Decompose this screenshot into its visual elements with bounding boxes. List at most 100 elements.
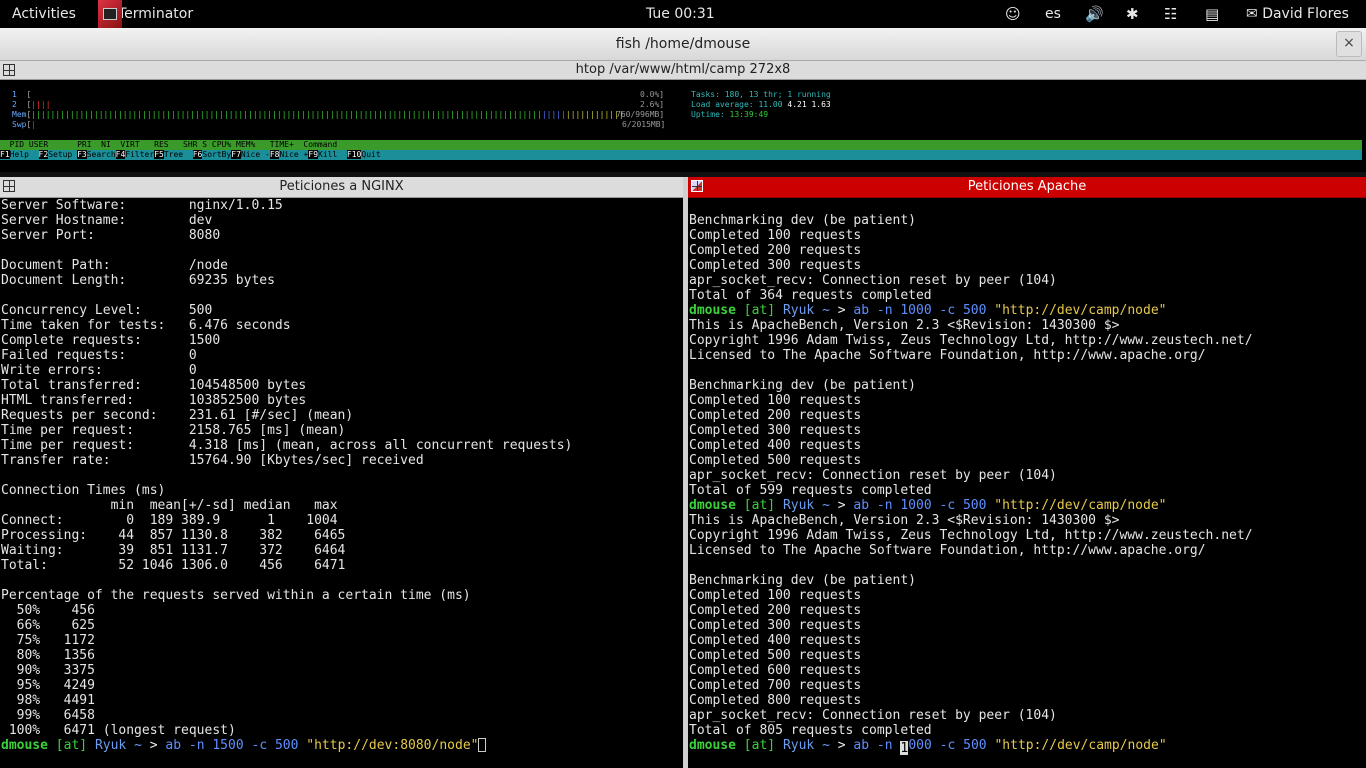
prompt-line: dmouse [at] Ryuk ~ > ab -n 1500 -c 500 "… xyxy=(1,738,683,753)
prompt-at: [at] xyxy=(743,738,776,753)
mem-meter: Mem[||||||||||||||||||||||||||||||||||||… xyxy=(12,110,624,119)
htop-column-header[interactable]: PID USER PRI NI VIRT RES SHR S CPU% MEM%… xyxy=(0,140,1362,150)
load-info: Load average: 11.00 4.21 1.63 xyxy=(691,100,831,109)
vertical-splitter[interactable] xyxy=(683,177,688,768)
output-line: Connection Times (ms) xyxy=(1,483,166,498)
output-line: Copyright 1996 Adam Twiss, Zeus Technolo… xyxy=(689,528,1253,543)
output-line: Total of 599 requests completed xyxy=(689,483,932,498)
volume-icon[interactable]: 🔊 xyxy=(1085,0,1104,28)
fkey-label: Filter xyxy=(125,150,155,159)
window-title: fish /home/dmouse xyxy=(615,36,751,52)
output-line: Completed 700 requests xyxy=(689,678,862,693)
prompt-command: ab xyxy=(853,303,870,318)
fkey-label: Search xyxy=(86,150,116,159)
user-icon: ✉ xyxy=(1246,6,1258,22)
output-line: Completed 600 requests xyxy=(689,663,862,678)
prompt-args: -n 1500 -c 500 xyxy=(188,738,299,753)
output-line: Waiting: 39 851 1131.7 372 6464 xyxy=(1,543,346,558)
clock[interactable]: Tue 00:31 xyxy=(646,0,715,28)
output-line: Server Software: nginx/1.0.15 xyxy=(1,198,283,213)
output-line: 66% 625 xyxy=(1,618,95,633)
fkey-f3[interactable]: F3 xyxy=(77,150,87,159)
window-titlebar: fish /home/dmouse × xyxy=(0,28,1366,61)
prompt-url: "http://dev/camp/node" xyxy=(994,738,1167,753)
activities-button[interactable]: Activities xyxy=(12,0,76,28)
fkey-f9[interactable]: F9 xyxy=(308,150,319,159)
user-name: David Flores xyxy=(1262,6,1349,22)
prompt-user: dmouse xyxy=(689,303,736,318)
output-line: Benchmarking dev (be patient) xyxy=(689,378,916,393)
fkey-f10[interactable]: F10 xyxy=(346,150,362,159)
htop-function-keys: F1Help F2Setup F3SearchF4FilterF5Tree F6… xyxy=(0,150,1362,160)
prompt-arrow: > xyxy=(149,738,158,753)
apache-pane-header[interactable]: Peticiones Apache xyxy=(688,177,1366,198)
cpu2-value: 2.6%] xyxy=(640,100,665,109)
output-line: Completed 200 requests xyxy=(689,603,862,618)
output-line: Licensed to The Apache Software Foundati… xyxy=(689,348,1206,363)
fkey-f4[interactable]: F4 xyxy=(115,150,126,159)
prompt-line: dmouse [at] Ryuk ~ > ab -n 1000 -c 500 "… xyxy=(689,498,1366,513)
fkey-f2[interactable]: F2 xyxy=(38,150,49,159)
fkey-f6[interactable]: F6 xyxy=(192,150,203,159)
cpu2-meter: 2 [|||| xyxy=(12,100,51,109)
bluetooth-icon[interactable]: ✱ xyxy=(1126,0,1139,28)
apache-pane-title: Peticiones Apache xyxy=(967,179,1087,194)
prompt-path: ~ xyxy=(822,498,830,513)
keyboard-layout[interactable]: es xyxy=(1045,0,1061,28)
prompt-url: "http://dev/camp/node" xyxy=(994,498,1167,513)
prompt-arrow: > xyxy=(837,303,846,318)
prompt-at: [at] xyxy=(55,738,88,753)
output-line: Time per request: 2158.765 [ms] (mean) xyxy=(1,423,346,438)
output-line: Total of 805 requests completed xyxy=(689,723,932,738)
output-line: Concurrency Level: 500 xyxy=(1,303,213,318)
prompt-path: ~ xyxy=(822,738,830,753)
nginx-terminal[interactable]: Server Software: nginx/1.0.15 Server Host… xyxy=(1,198,683,768)
output-line: Connect: 0 189 389.9 1 1004 xyxy=(1,513,338,528)
apache-terminal[interactable]: Benchmarking dev (be patient) Completed 1… xyxy=(689,198,1366,768)
output-line: Percentage of the requests served within… xyxy=(1,588,471,603)
output-line: Transfer rate: 15764.90 [Kbytes/sec] rec… xyxy=(1,453,424,468)
htop-pane[interactable]: 1 [ 0.0%] 2 [|||| 2.6%] Mem[||||||||||||… xyxy=(0,80,1366,172)
nginx-pane-header[interactable]: Peticiones a NGINX xyxy=(0,177,683,198)
output-line: Total: 52 1046 1306.0 456 6471 xyxy=(1,558,346,573)
output-line: Completed 400 requests xyxy=(689,633,862,648)
output-line: Completed 300 requests xyxy=(689,423,862,438)
fkey-f7[interactable]: F7 xyxy=(231,150,241,159)
output-line: Total transferred: 104548500 bytes xyxy=(1,378,307,393)
prompt-args: -n 1000 -c 500 xyxy=(876,303,987,318)
fkey-f1[interactable]: F1 xyxy=(0,150,10,159)
htop-pane-header[interactable]: htop /var/www/html/camp 272x8 xyxy=(0,61,1366,80)
uptime-info: Uptime: 13:39:49 xyxy=(691,110,769,119)
tasks-info: Tasks: 180, 13 thr; 1 running xyxy=(691,90,831,99)
terminal-cursor xyxy=(478,738,487,752)
prompt-host: Ryuk xyxy=(782,498,815,513)
output-line: Complete requests: 1500 xyxy=(1,333,221,348)
output-line: Requests per second: 231.61 [#/sec] (mea… xyxy=(1,408,354,423)
accessibility-icon[interactable]: ☺ xyxy=(1005,0,1021,28)
close-button[interactable]: × xyxy=(1336,31,1362,57)
terminator-icon xyxy=(98,0,122,28)
output-line: Completed 500 requests xyxy=(689,453,862,468)
prompt-user: dmouse xyxy=(689,738,736,753)
output-line: 98% 4491 xyxy=(1,693,95,708)
fkey-f5[interactable]: F5 xyxy=(154,150,164,159)
wifi-icon[interactable]: ☷ xyxy=(1164,0,1177,28)
prompt-arrow: > xyxy=(837,498,846,513)
output-line: Completed 100 requests xyxy=(689,393,862,408)
app-menu[interactable]: Terminator xyxy=(98,0,193,28)
app-name: Terminator xyxy=(118,6,194,22)
output-line: 80% 1356 xyxy=(1,648,95,663)
output-line: Write errors: 0 xyxy=(1,363,197,378)
top-bar: Activities Terminator Tue 00:31 ☺ es 🔊 ✱… xyxy=(0,0,1366,28)
prompt-line: dmouse [at] Ryuk ~ > ab -n 1000 -c 500 "… xyxy=(689,303,1366,318)
output-line: Completed 100 requests xyxy=(689,588,862,603)
prompt-host: Ryuk xyxy=(94,738,127,753)
clipboard-icon[interactable]: ▤ xyxy=(1205,0,1219,28)
output-line: Completed 400 requests xyxy=(689,438,862,453)
user-menu[interactable]: ✉ David Flores xyxy=(1246,0,1349,28)
prompt-args: -n xyxy=(876,738,901,753)
output-line: Completed 200 requests xyxy=(689,408,862,423)
